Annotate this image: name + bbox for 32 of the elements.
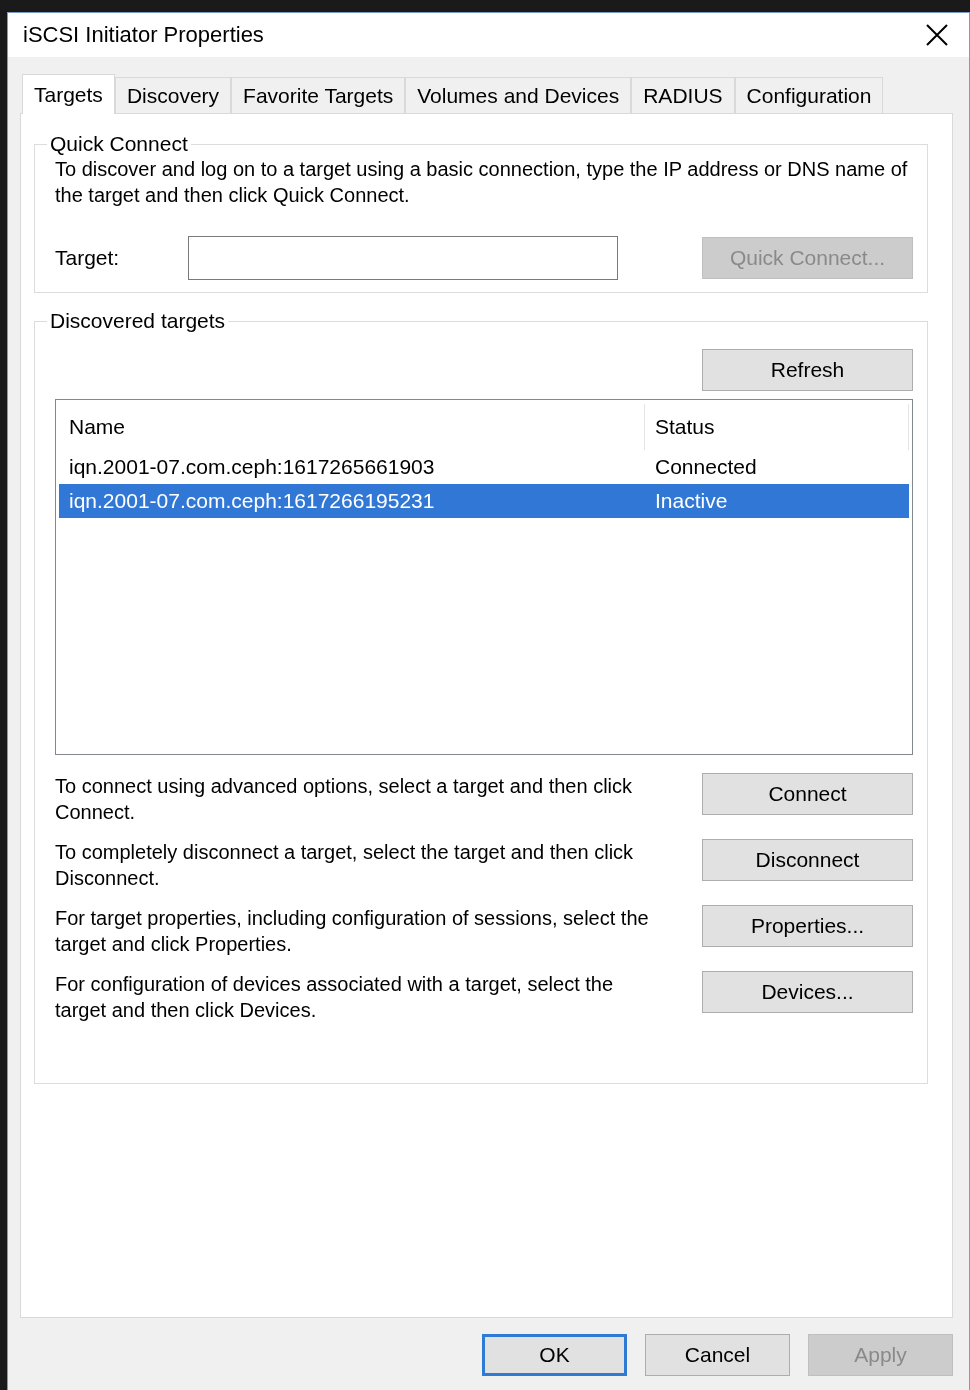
description-text: To discover and log on to a target using a basic connection, type the IP address or DNS name of the target and then click Quick Connect.	[55, 157, 909, 208]
group-title: Quick Connect	[49, 132, 189, 156]
tab[interactable]: Favorite Targets	[231, 77, 406, 113]
description-text: For target properties, including configuration of sessions, select the target and click Properties.	[55, 906, 650, 957]
close-icon	[925, 23, 949, 47]
dialog-button[interactable]: OK	[482, 1334, 627, 1376]
tab[interactable]: Targets	[22, 74, 115, 114]
action-button[interactable]: Properties...	[702, 905, 913, 947]
action-button[interactable]: Devices...	[702, 971, 913, 1013]
tab[interactable]: Volumes and Devices	[405, 77, 632, 113]
target-row[interactable]: iqn.2001-07.com.ceph:1617265661903 Connected	[59, 450, 909, 484]
target-field[interactable]	[188, 236, 618, 280]
window-title: iSCSI Initiator Properties	[23, 22, 264, 48]
refresh-button[interactable]: Refresh	[702, 349, 913, 391]
target-row[interactable]: iqn.2001-07.com.ceph:1617266195231 Inactive	[59, 484, 909, 518]
target-status: Inactive	[654, 489, 729, 513]
tab[interactable]: Discovery	[114, 77, 232, 113]
target-status: Connected	[654, 455, 758, 479]
tab[interactable]: Configuration	[734, 77, 884, 113]
action-button[interactable]: Connect	[702, 773, 913, 815]
column-header[interactable]: Status	[645, 404, 909, 450]
dialog-button[interactable]: Cancel	[645, 1334, 790, 1376]
description-text: For configuration of devices associated with a target, select the target and then click Devices.	[55, 972, 615, 1023]
tab[interactable]: RADIUS	[631, 77, 735, 113]
target-name: iqn.2001-07.com.ceph:1617265661903	[68, 455, 436, 479]
description-text: To completely disconnect a target, select the target and then click Disconnect.	[55, 840, 635, 891]
column-header[interactable]: Name	[59, 404, 645, 450]
target-name: iqn.2001-07.com.ceph:1617266195231	[68, 489, 436, 513]
group-title: Discovered targets	[49, 309, 227, 333]
action-button[interactable]: Disconnect	[702, 839, 913, 881]
description-text: To connect using advanced options, select a target and then click Connect.	[55, 774, 634, 825]
target-label: Target:	[55, 246, 121, 270]
